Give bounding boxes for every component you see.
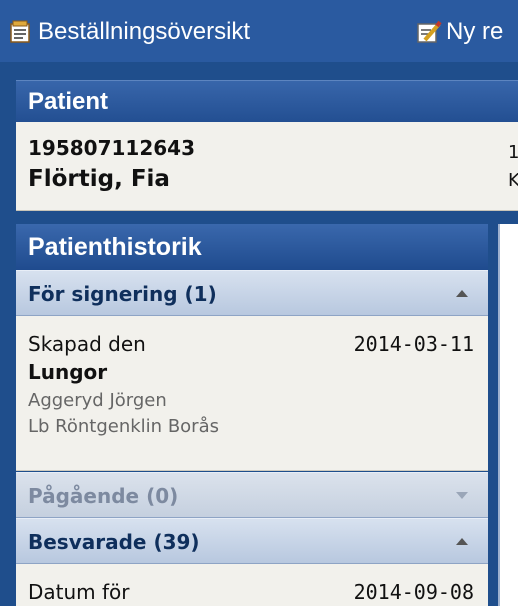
- patient-info: 195807112643 Flörtig, Fia 1 K: [16, 122, 518, 211]
- expand-arrow-icon: [456, 492, 468, 499]
- list-item-signering[interactable]: Skapad den 2014-03-11 Lungor Aggeryd Jör…: [16, 316, 488, 471]
- item-date-label: Datum för: [28, 580, 130, 604]
- item-date: 2014-09-08: [353, 580, 474, 604]
- section-label: För signering (1): [28, 282, 217, 306]
- edit-document-icon: [417, 20, 442, 43]
- toolbar: Beställningsöversikt Ny re: [0, 0, 518, 62]
- patient-header: Patient: [16, 80, 518, 122]
- patient-name: Flörtig, Fia: [28, 166, 170, 192]
- item-clinic: Lb Röntgenklin Borås: [28, 416, 219, 437]
- collapse-arrow-icon[interactable]: [456, 538, 468, 545]
- patient-history-header: Patienthistorik: [16, 224, 488, 270]
- overview-button[interactable]: Beställningsöversikt: [8, 18, 250, 46]
- item-doctor: Aggeryd Jörgen: [28, 390, 167, 411]
- item-exam: Lungor: [28, 360, 108, 384]
- list-item-besvarade[interactable]: Datum för 2014-09-08: [16, 564, 488, 606]
- collapse-arrow-icon[interactable]: [456, 290, 468, 297]
- patient-info-col2-line1: 1: [508, 142, 518, 163]
- section-pagaende: Pågående (0): [16, 472, 488, 518]
- section-label: Pågående (0): [28, 484, 179, 508]
- patient-info-col2-line2: K: [508, 170, 518, 191]
- new-request-label: Ny re: [446, 18, 504, 45]
- new-request-button[interactable]: Ny re: [416, 18, 503, 46]
- overview-label: Beställningsöversikt: [38, 18, 251, 45]
- item-date: 2014-03-11: [353, 332, 474, 356]
- section-for-signering[interactable]: För signering (1): [16, 270, 488, 316]
- item-created-label: Skapad den: [28, 332, 146, 356]
- section-label: Besvarade (39): [28, 530, 200, 554]
- document-icon: [10, 20, 30, 43]
- section-besvarade[interactable]: Besvarade (39): [16, 518, 488, 564]
- content-panel: [498, 224, 518, 606]
- patient-id: 195807112643: [28, 136, 195, 160]
